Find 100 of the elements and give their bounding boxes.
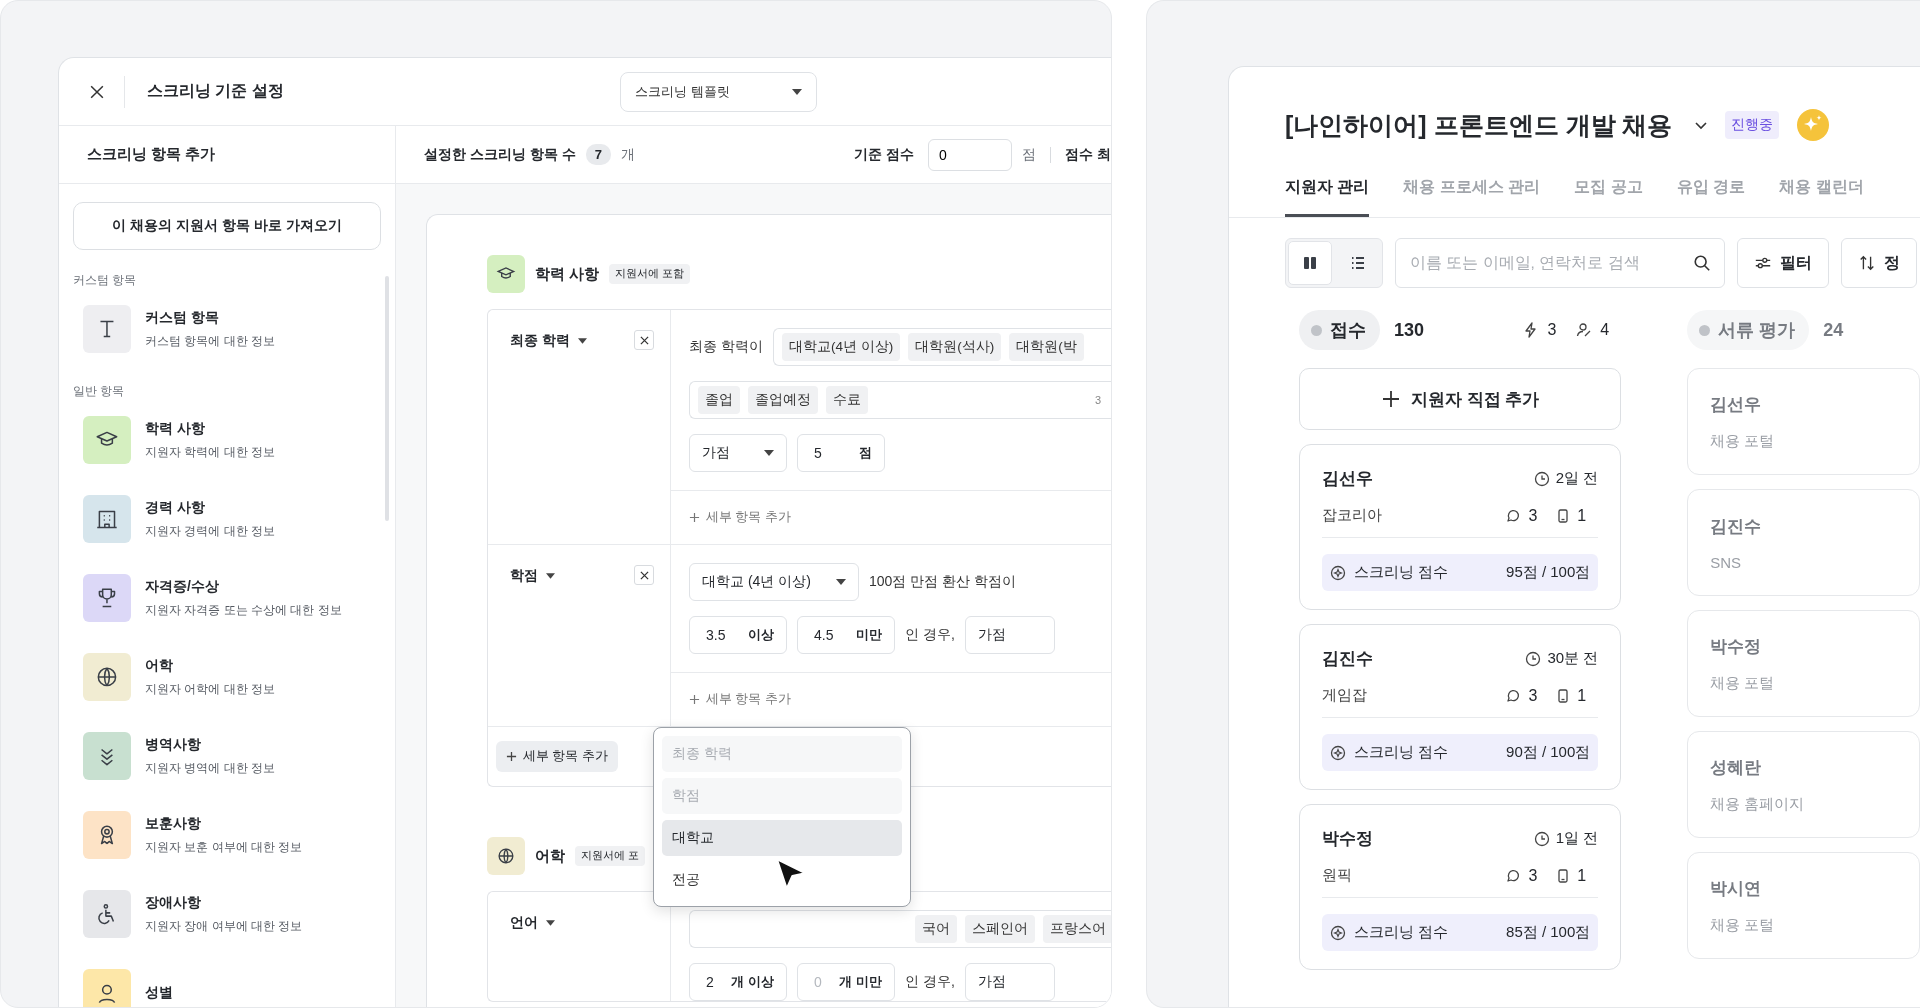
language-chip: 국어 (915, 915, 957, 943)
applicant-source: 원픽 (1322, 866, 1352, 885)
close-icon (639, 335, 649, 345)
tab[interactable]: 지원자 관리 (1285, 177, 1370, 217)
applicant-name: 김선우 (1710, 393, 1763, 416)
language-chip: 프랑스어 (1043, 915, 1111, 943)
score-label: 스크리닝 점수 (1354, 743, 1449, 762)
sidebar-item[interactable]: 보훈사항 지원자 보훈 여부에 대한 정보 (73, 803, 381, 867)
scrollbar[interactable] (385, 276, 389, 521)
score-label: 점수 최 (1065, 145, 1111, 164)
applied-time: 1일 전 (1555, 829, 1599, 848)
columns-icon (1302, 255, 1318, 271)
score-type-select[interactable]: 가점 (964, 616, 1055, 654)
max-count-field[interactable]: 0 개 미만 (797, 963, 895, 1001)
applicant-card[interactable]: 김선우 채용 포털 (1687, 368, 1920, 475)
stage-count: 130 (1394, 319, 1425, 341)
score-type-select[interactable]: 가점 (689, 434, 787, 472)
applicant-name: 박수정 (1322, 828, 1373, 850)
add-sub-item-button[interactable]: 세부 항목 추가 (496, 741, 618, 772)
applicant-card[interactable]: 김진수 SNS (1687, 489, 1920, 596)
applicant-card[interactable]: 김진수 30분 전 게임잡 3 1 스크리닝 점수 90점 / 100점 (1299, 624, 1622, 790)
sort-icon (1858, 254, 1876, 272)
sidebar-item[interactable]: 커스텀 항목 커스텀 항목에 대한 정보 (73, 297, 381, 361)
sort-button[interactable]: 정 (1841, 238, 1917, 288)
search-field[interactable]: 이름 또는 이메일, 연락처로 검색 (1395, 238, 1725, 288)
score-value: 95점 / 100점 (1506, 563, 1591, 582)
included-tag: 지원서에 포함 (609, 264, 691, 284)
sidebar-item[interactable]: 병역사항 지원자 병역에 대한 정보 (73, 724, 381, 788)
stage-count: 24 (1823, 319, 1844, 341)
applicant-card[interactable]: 박수정 채용 포털 (1687, 610, 1920, 717)
degree-chip: 대학원(박 (1009, 333, 1084, 361)
applicant-name: 김진수 (1322, 648, 1373, 670)
included-tag: 지원서에 포 (575, 846, 645, 866)
status-field[interactable]: 졸업 졸업예정 수료 3 (689, 381, 1111, 419)
clock-icon (1525, 650, 1542, 667)
criterion-select[interactable]: 학점 (510, 565, 555, 587)
min-gpa-field[interactable]: 3.5 이상 (689, 616, 787, 654)
import-button[interactable]: 이 채용의 지원서 항목 바로 가져오기 (73, 202, 381, 250)
min-count-field[interactable]: 2 개 이상 (689, 963, 787, 1001)
applicant-card[interactable]: 성혜란 채용 홈페이지 (1687, 731, 1920, 838)
selected-count: 3 (1094, 394, 1102, 406)
score-field[interactable]: 5 점 (797, 434, 885, 472)
sidebar-item[interactable]: 성별 (73, 961, 381, 1007)
section-title: 학력 사항 (535, 264, 600, 284)
dialog-title: 스크리닝 기준 설정 (147, 81, 284, 101)
criterion-select[interactable]: 최종 학력 (510, 330, 587, 352)
stat-count: 3 (1547, 321, 1557, 339)
score-type-select[interactable]: 가점 (964, 963, 1055, 1001)
applicant-card[interactable]: 박시연 채용 포털 (1687, 852, 1920, 959)
sidebar-item[interactable]: 학력 사항 지원자 학력에 대한 정보 (73, 408, 381, 472)
add-sub-item-link[interactable]: 세부 항목 추가 (689, 691, 791, 708)
file-count: 1 (1577, 506, 1587, 525)
sidebar-item[interactable]: 장애사항 지원자 장애 여부에 대한 정보 (73, 882, 381, 946)
score-label: 스크리닝 점수 (1354, 923, 1449, 942)
school-select[interactable]: 대학교 (4년 이상) (689, 563, 859, 601)
condition-text: 100점 만점 환산 학점이 (869, 573, 1017, 591)
sidebar-heading: 스크리닝 항목 추가 (59, 126, 395, 184)
applicant-name: 성혜란 (1710, 756, 1763, 779)
menu-item[interactable]: 대학교 (662, 820, 902, 856)
remove-button[interactable] (634, 565, 654, 585)
caret-icon (764, 450, 774, 456)
job-title: [나인하이어] 프론트엔드 개발 채용 (1285, 109, 1673, 141)
comment-count: 3 (1528, 686, 1538, 705)
item-count-label: 설정한 스크리닝 항목 수 (424, 145, 576, 164)
base-score-field[interactable]: 0 (928, 138, 1013, 171)
degree-field[interactable]: 대학교(4년 이상) 대학원(석사) 대학원(박 (772, 328, 1111, 366)
plus-icon (506, 751, 517, 762)
applicant-source: 게임잡 (1322, 686, 1367, 705)
applicant-card[interactable]: 박수정 1일 전 원픽 3 1 스크리닝 점수 85점 / 100점 (1299, 804, 1622, 970)
template-select[interactable]: 스크리닝 템플릿 (619, 71, 817, 112)
sidebar-item[interactable]: 경력 사항 지원자 경력에 대한 정보 (73, 487, 381, 551)
language-field[interactable]: 국어 스페인어 프랑스어 (689, 910, 1111, 948)
board-view-button[interactable] (1288, 241, 1332, 285)
count-badge: 7 (585, 144, 611, 165)
applicant-card[interactable]: 김선우 2일 전 잡코리아 3 1 스크리닝 점수 95점 / 100점 (1299, 444, 1622, 610)
stat-count: 4 (1600, 321, 1610, 339)
base-score-label: 기준 점수 (854, 145, 915, 164)
plus-icon (689, 694, 700, 705)
status-chip: 졸업예정 (748, 386, 818, 414)
menu-item[interactable]: 전공 (662, 862, 902, 898)
remove-button[interactable] (634, 330, 654, 350)
applicant-name: 김선우 (1322, 468, 1373, 490)
language-chip: 스페인어 (965, 915, 1035, 943)
filter-button[interactable]: 필터 (1737, 238, 1829, 288)
star-circle-icon (1330, 564, 1346, 581)
add-sub-item-link[interactable]: 세부 항목 추가 (689, 509, 791, 526)
add-applicant-button[interactable]: 지원자 직접 추가 (1299, 368, 1622, 430)
applicant-name: 박수정 (1710, 635, 1763, 658)
sidebar-item[interactable]: 자격증/수상 지원자 자격증 또는 수상에 대한 정보 (73, 566, 381, 630)
unit-label: 점 (1022, 145, 1037, 164)
applied-time: 30분 전 (1547, 649, 1599, 668)
star-circle-icon (1330, 924, 1346, 941)
sidebar-item[interactable]: 어학 지원자 어학에 대한 정보 (73, 645, 381, 709)
max-gpa-field[interactable]: 4.5 미만 (797, 616, 895, 654)
applicant-source: 채용 포털 (1710, 915, 1776, 935)
criterion-select[interactable]: 언어 (510, 912, 555, 934)
stage-label: 접수 (1299, 310, 1380, 350)
search-icon (1693, 254, 1711, 272)
condition-text: 인 경우, (905, 626, 955, 644)
status-chip: 졸업 (698, 386, 740, 414)
